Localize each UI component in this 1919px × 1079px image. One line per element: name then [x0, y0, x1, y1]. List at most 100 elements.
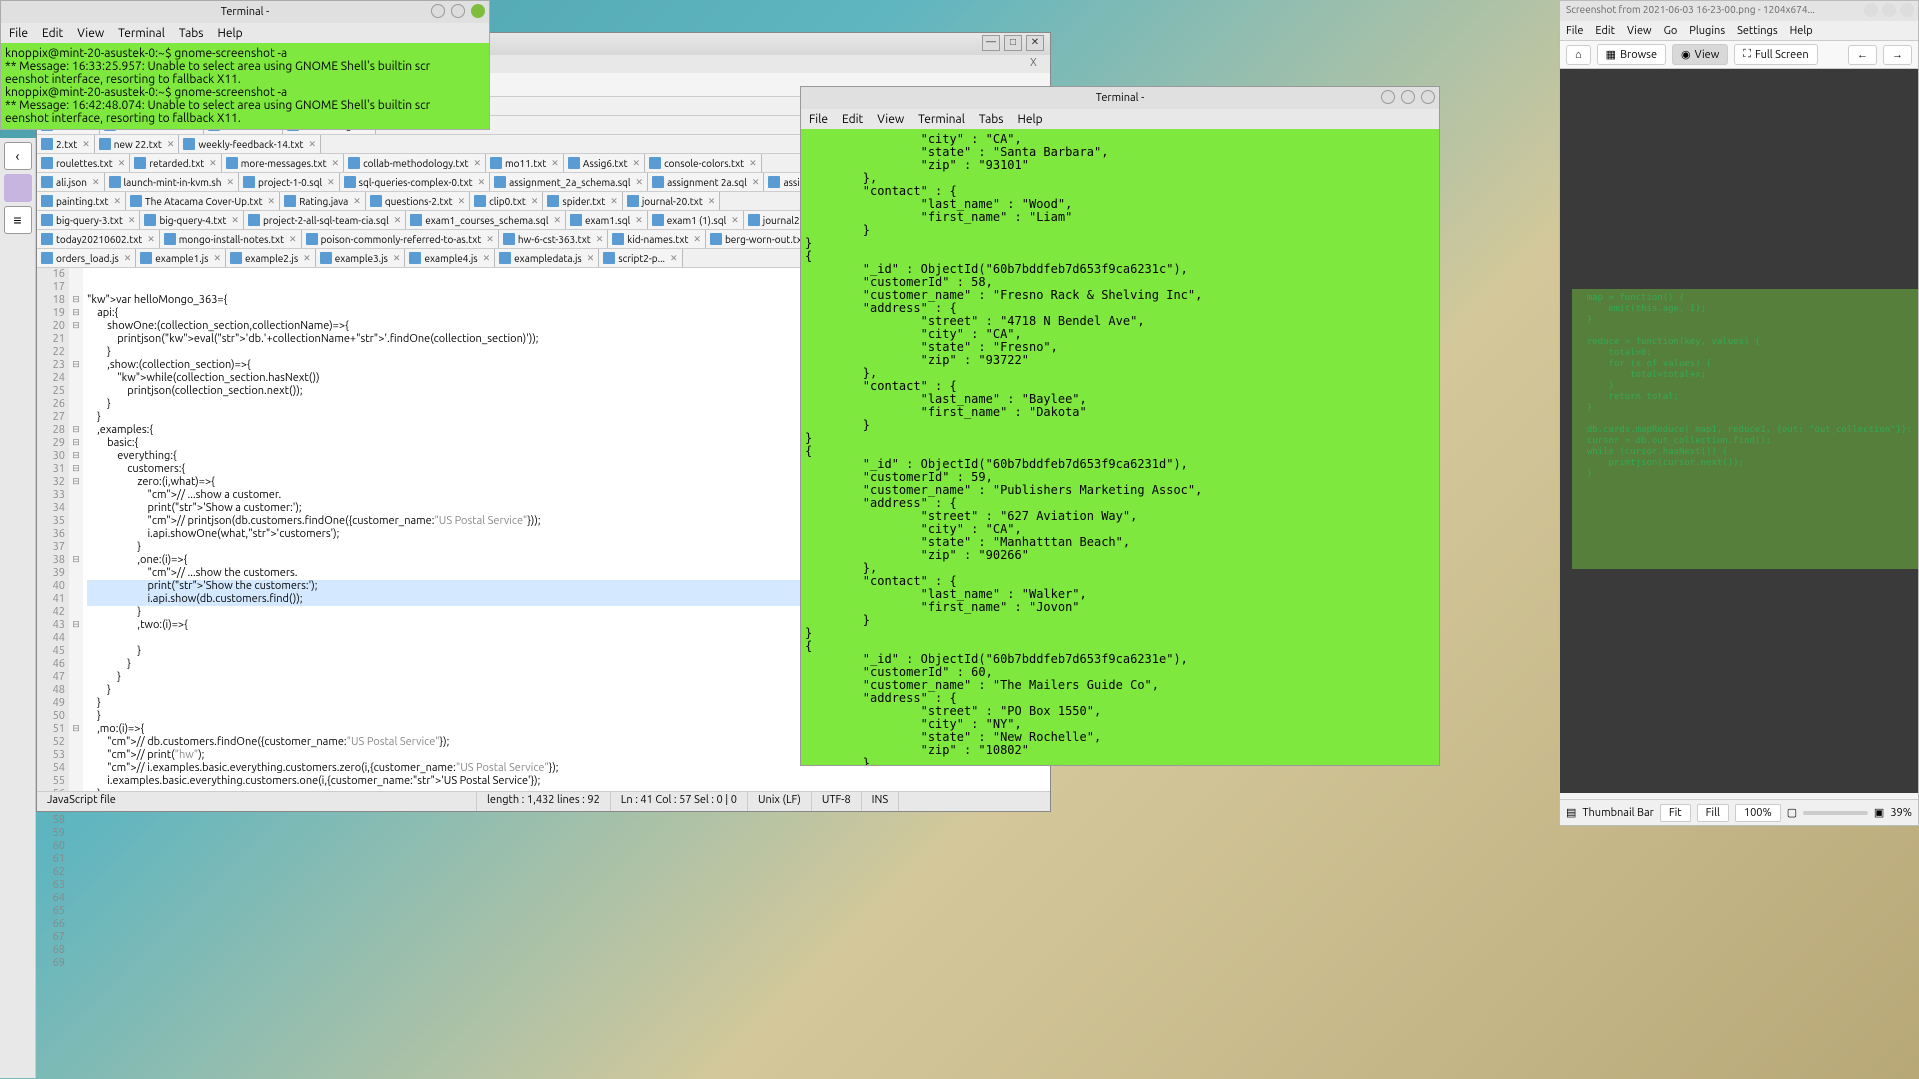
menu-plugins[interactable]: Plugins	[1689, 25, 1725, 37]
tab[interactable]: 2.txt✕	[37, 135, 95, 153]
tab-close-icon[interactable]: ✕	[633, 158, 641, 169]
tab-close-icon[interactable]: ✕	[394, 215, 402, 226]
tab[interactable]: script2-p...✕	[599, 249, 682, 267]
tab[interactable]: retarded.txt✕	[130, 154, 221, 172]
npp-close[interactable]: ✕	[1026, 35, 1044, 51]
menu-edit[interactable]: Edit	[1595, 25, 1615, 37]
close-button[interactable]	[1421, 90, 1435, 104]
tab-close-icon[interactable]: ✕	[114, 196, 122, 207]
tab-close-icon[interactable]: ✕	[303, 253, 311, 264]
tab[interactable]: example1.js✕	[136, 249, 226, 267]
tab[interactable]: painting.txt✕	[37, 192, 126, 210]
menu-view[interactable]: View	[877, 113, 904, 126]
tab-close-icon[interactable]: ✕	[332, 158, 340, 169]
tab-close-icon[interactable]: ✕	[308, 139, 316, 150]
tab[interactable]: hw-6-cst-363.txt✕	[499, 230, 608, 248]
menu-view[interactable]: View	[77, 27, 104, 40]
terminal2-body[interactable]: "city" : "CA", "state" : "Santa Barbara"…	[801, 129, 1439, 765]
iv-maximize[interactable]	[1882, 3, 1896, 17]
maximize-button[interactable]	[451, 4, 465, 18]
tab[interactable]: more-messages.txt✕	[222, 154, 344, 172]
tab[interactable]: big-query-3.txt✕	[37, 211, 140, 229]
tab[interactable]: orders_load.js✕	[37, 249, 136, 267]
tab-close-icon[interactable]: ✕	[82, 139, 90, 150]
terminal1-body[interactable]: knoppix@mint-20-asustek-0:~$ gnome-scree…	[1, 43, 489, 129]
minimize-button[interactable]	[431, 4, 445, 18]
tab-close-icon[interactable]: ✕	[752, 177, 760, 188]
maximize-button[interactable]	[1401, 90, 1415, 104]
iv-thumbnail-label[interactable]: Thumbnail Bar	[1582, 807, 1653, 819]
tab[interactable]: clip0.txt✕	[470, 192, 543, 210]
tab[interactable]: weekly-feedback-14.txt✕	[179, 135, 321, 153]
tab-close-icon[interactable]: ✕	[478, 177, 486, 188]
iv-forward-button[interactable]: →	[1883, 45, 1912, 65]
tab[interactable]: assignment 2a.sql✕	[648, 173, 764, 191]
tab-close-icon[interactable]: ✕	[147, 234, 155, 245]
layout-icon[interactable]: ▤	[1566, 806, 1576, 819]
tab[interactable]: console-colors.txt✕	[645, 154, 762, 172]
iv-home-button[interactable]: ⌂	[1566, 45, 1591, 65]
iv-close[interactable]	[1900, 3, 1914, 17]
tab-close-icon[interactable]: ✕	[128, 215, 136, 226]
terminal1-titlebar[interactable]: Terminal -	[1, 1, 489, 23]
tab-close-icon[interactable]: ✕	[749, 158, 757, 169]
menu-terminal[interactable]: Terminal	[118, 27, 165, 40]
tab[interactable]: new 22.txt✕	[95, 135, 180, 153]
tab-close-icon[interactable]: ✕	[635, 215, 643, 226]
tab[interactable]: exampledata.js✕	[495, 249, 599, 267]
tab[interactable]: exam1 (1).sql✕	[648, 211, 744, 229]
zoom-slider[interactable]	[1803, 811, 1868, 815]
tab-close-icon[interactable]: ✕	[531, 196, 539, 207]
menu-edit[interactable]: Edit	[42, 27, 63, 40]
iv-canvas[interactable]: map = function() { emit(this.age, 1); } …	[1560, 69, 1918, 793]
tab-close-icon[interactable]: ✕	[610, 196, 618, 207]
tab-close-icon[interactable]: ✕	[473, 158, 481, 169]
tab[interactable]: Assig6.txt✕	[564, 154, 645, 172]
tab-close-icon[interactable]: ✕	[118, 158, 126, 169]
tab[interactable]: launch-mint-in-kvm.sh✕	[105, 173, 239, 191]
tab[interactable]: example3.js✕	[316, 249, 406, 267]
tab-close-icon[interactable]: ✕	[289, 234, 297, 245]
tab-close-icon[interactable]: ✕	[693, 234, 701, 245]
iv-fill-button[interactable]: Fill	[1697, 804, 1729, 822]
tab-close-icon[interactable]: ✕	[551, 158, 559, 169]
app-icon[interactable]	[4, 174, 32, 202]
tab[interactable]: kid-names.txt✕	[608, 230, 706, 248]
tab-close-icon[interactable]: ✕	[708, 196, 716, 207]
iv-view-button[interactable]: ◉ View	[1672, 44, 1728, 65]
tab-close-icon[interactable]: ✕	[231, 215, 239, 226]
tab[interactable]: project-2-all-sql-team-cia.sql✕	[244, 211, 406, 229]
tab[interactable]: exam1_courses_schema.sql✕	[406, 211, 566, 229]
iv-zoom-100[interactable]: 100%	[1735, 804, 1781, 822]
iv-browse-button[interactable]: ▦ Browse	[1597, 44, 1666, 65]
tab[interactable]: journal-20.txt✕	[623, 192, 721, 210]
tab[interactable]: roulettes.txt✕	[37, 154, 130, 172]
iv-back-button[interactable]: ←	[1848, 45, 1877, 65]
tab[interactable]: poison-commonly-referred-to-as.txt✕	[302, 230, 499, 248]
tab[interactable]: big-query-4.txt✕	[140, 211, 243, 229]
terminal2-titlebar[interactable]: Terminal -	[801, 87, 1439, 109]
fold-gutter[interactable]: ⊟⊟⊟⊟⊟⊟⊟⊟⊟⊟⊟⊟⊟	[69, 268, 83, 808]
tab-close-icon[interactable]: ✕	[213, 253, 221, 264]
tab[interactable]: ali.json✕	[37, 173, 105, 191]
iv-titlebar[interactable]: Screenshot from 2021-06-03 16-23-00.png …	[1560, 1, 1918, 21]
menu-terminal[interactable]: Terminal	[918, 113, 965, 126]
tab[interactable]: exam1.sql✕	[566, 211, 648, 229]
tab[interactable]: collab-methodology.txt✕	[344, 154, 486, 172]
tab[interactable]: example2.js✕	[226, 249, 316, 267]
tab[interactable]: project-1-0.sql✕	[239, 173, 340, 191]
tab-close-icon[interactable]: ✕	[167, 139, 175, 150]
tab-close-icon[interactable]: ✕	[327, 177, 335, 188]
tab-close-icon[interactable]: ✕	[92, 177, 100, 188]
tab[interactable]: spider.txt✕	[543, 192, 622, 210]
tab-close-icon[interactable]: ✕	[393, 253, 401, 264]
menu-tabs[interactable]: Tabs	[179, 27, 204, 40]
tab[interactable]: mo11.txt✕	[486, 154, 564, 172]
tab[interactable]: Rating.java✕	[280, 192, 366, 210]
menu-file[interactable]: File	[809, 113, 828, 126]
menu-file[interactable]: File	[1566, 25, 1583, 37]
iv-fit-button[interactable]: Fit	[1660, 804, 1691, 822]
iv-minimize[interactable]	[1864, 3, 1878, 17]
menu-go[interactable]: Go	[1664, 25, 1678, 37]
tab-close-icon[interactable]: ✕	[486, 234, 494, 245]
